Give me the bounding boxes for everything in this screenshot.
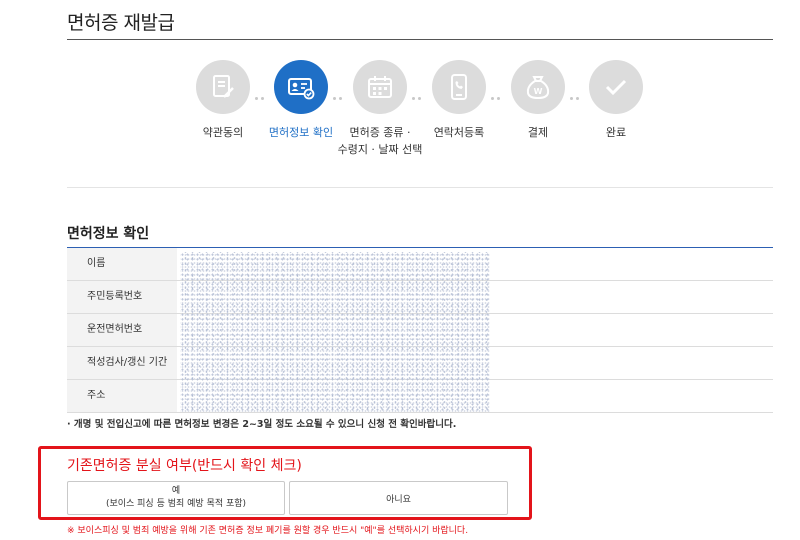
step-label: 완료 [605, 126, 627, 139]
step-circle: W [511, 60, 565, 114]
progress-steps: 약관동의 면허정보 확인 면허증 종류 · 수령지 · 날짜 선택 연락처등록 … [190, 60, 650, 160]
lost-no-button[interactable]: 아니요 [289, 481, 508, 515]
step-label-line: 수령지 · 날짜 선택 [337, 143, 423, 156]
document-pen-icon [213, 75, 234, 98]
step-payment: W 결제 [511, 60, 565, 139]
voice-phishing-warning: ※ 보이스피싱 및 범죄 예방을 위해 기존 면허증 정보 폐기를 원할 경우 … [67, 526, 469, 536]
checkmark-icon [605, 79, 627, 96]
lost-check-title: 기존면허증 분실 여부(반드시 확인 체크) [67, 458, 302, 474]
id-card-check-icon [288, 78, 315, 100]
calendar-icon [368, 76, 392, 98]
row-label-renewal-period: 적성검사/갱신 기간 [67, 347, 177, 379]
step-license-info: 면허정보 확인 [269, 60, 333, 139]
section-divider [67, 187, 773, 188]
step-circle [274, 60, 328, 114]
row-label-resident-number: 주민등록번호 [67, 281, 177, 313]
row-label-address: 주소 [67, 380, 177, 412]
row-label-name: 이름 [67, 248, 177, 280]
phone-icon [451, 74, 467, 100]
redacted-personal-info [180, 252, 490, 412]
step-contact: 연락처등록 [432, 60, 486, 139]
step-circle [196, 60, 250, 114]
step-circle [589, 60, 643, 114]
step-terms: 약관동의 [196, 60, 250, 139]
step-type-location-date: 면허증 종류 · 수령지 · 날짜 선택 [338, 60, 422, 156]
step-circle [353, 60, 407, 114]
info-change-notice: · 개명 및 전입신고에 따른 면허정보 변경은 2~3일 정도 소요될 수 있… [67, 419, 457, 430]
page-title: 면허증 재발급 [67, 12, 175, 34]
step-complete: 완료 [589, 60, 643, 139]
money-bag-icon: W [526, 76, 550, 100]
lost-yes-sublabel: (보이스 피싱 등 범죄 예방 목적 포함) [105, 499, 247, 509]
step-dots [412, 85, 434, 100]
step-dots [333, 85, 355, 100]
lost-yes-label: 예 [171, 486, 181, 496]
svg-text:W: W [534, 87, 543, 96]
license-info-title: 면허정보 확인 [67, 226, 150, 242]
step-circle [432, 60, 486, 114]
title-divider [67, 39, 773, 40]
step-dots [491, 85, 513, 100]
row-label-license-number: 운전면허번호 [67, 314, 177, 346]
lost-yes-button[interactable]: 예 (보이스 피싱 등 범죄 예방 목적 포함) [67, 481, 285, 515]
